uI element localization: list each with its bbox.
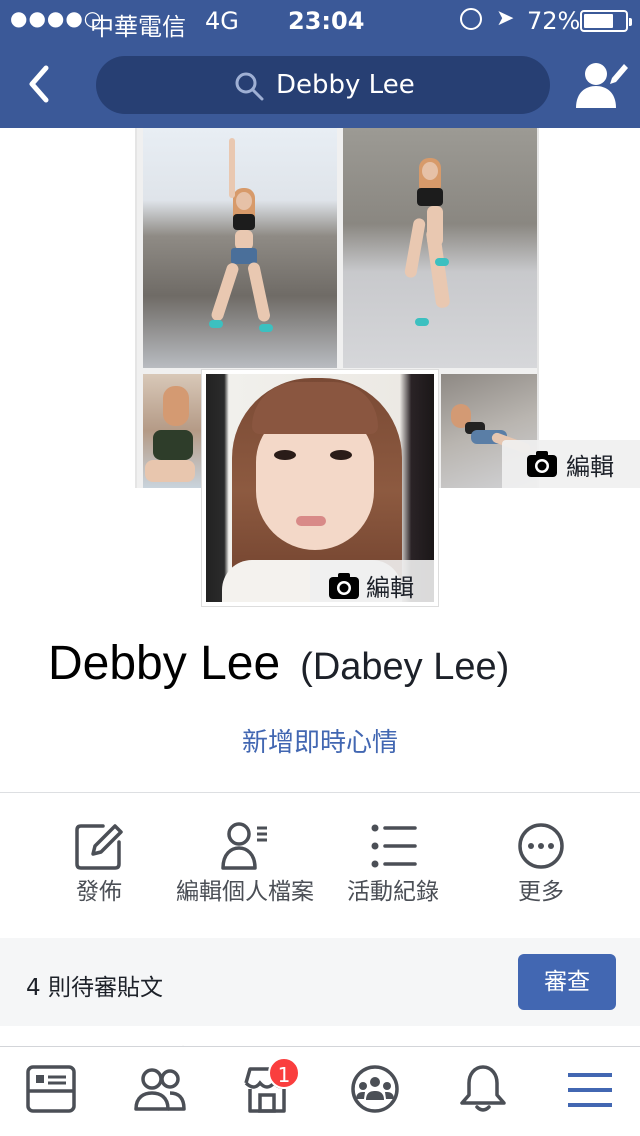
battery-icon [580,10,632,32]
edit-cover-label: 編輯 [566,453,614,481]
alternate-name: (Dabey Lee) [300,646,510,688]
location-icon: ➤ [496,6,515,31]
news-feed-icon [26,1065,76,1113]
activity-log-label: 活動紀錄 [347,879,439,905]
profile-actions: 發佈 編輯個人檔案 活動紀錄 更多 [0,794,640,938]
divider [0,792,640,793]
edit-profile-icon [221,822,267,870]
status-bar: ●●●●○ 中華電信 4G 23:04 ➤ 72% [0,0,640,41]
display-name: Debby Lee [48,637,281,690]
groups-icon [351,1065,399,1113]
cover-photo-tile [143,374,203,488]
edit-profile-button[interactable]: 編輯個人檔案 [170,794,320,938]
friends-icon [134,1068,186,1111]
tab-menu[interactable] [562,1063,622,1119]
compose-icon [75,824,123,870]
menu-icon [568,1073,612,1107]
tab-news-feed[interactable] [24,1063,84,1119]
camera-icon [527,451,557,477]
edit-profile-picture-button[interactable]: 編輯 [310,560,434,602]
network-type: 4G [205,7,239,35]
profile-name: Debby Lee (Dabey Lee) [48,636,509,691]
more-button[interactable]: 更多 [466,794,616,938]
review-button[interactable]: 審查 [518,954,616,1010]
tab-groups[interactable] [348,1063,408,1119]
orientation-lock-icon [460,8,482,30]
search-query: Debby Lee [276,70,415,100]
tab-notifications[interactable] [456,1063,516,1119]
edit-profile-picture-label: 編輯 [366,574,414,602]
chevron-left-icon [29,65,49,103]
search-icon [235,72,264,101]
compose-button[interactable]: 發佈 [24,794,174,938]
edit-profile-label: 編輯個人檔案 [176,879,314,905]
cover-photo-tile [143,128,337,368]
add-status-link[interactable]: 新增即時心情 [0,722,640,759]
bell-icon [460,1065,506,1112]
tab-friends[interactable] [132,1063,192,1119]
marketplace-badge: 1 [268,1057,300,1089]
activity-log-icon [371,824,417,868]
more-label: 更多 [518,879,564,905]
compose-label: 發佈 [76,879,122,905]
search-input[interactable]: Debby Lee [96,56,550,114]
profile-picture[interactable]: 編輯 [202,370,438,606]
back-button[interactable] [20,60,60,108]
edit-profile-nav-button[interactable] [574,58,630,110]
person-edit-icon [576,63,628,108]
clock: 23:04 [288,7,365,35]
pending-posts-bar: 4 則待審貼文 審查 [0,938,640,1026]
pending-posts-count: 4 則待審貼文 [26,975,163,1001]
camera-icon [329,573,359,599]
avatar: 編輯 [206,374,434,602]
tab-bar: 1 [0,1046,640,1136]
activity-log-button[interactable]: 活動紀錄 [318,794,468,938]
more-icon [518,823,564,869]
carrier-name: 中華電信 [90,13,186,41]
edit-cover-button[interactable]: 編輯 [502,440,640,488]
nav-bar: Debby Lee [0,40,640,128]
tab-marketplace[interactable]: 1 [240,1057,300,1119]
signal-strength: ●●●●○ [10,6,103,30]
cover-photo-tile [343,128,537,368]
battery-percent: 72% [527,7,581,35]
